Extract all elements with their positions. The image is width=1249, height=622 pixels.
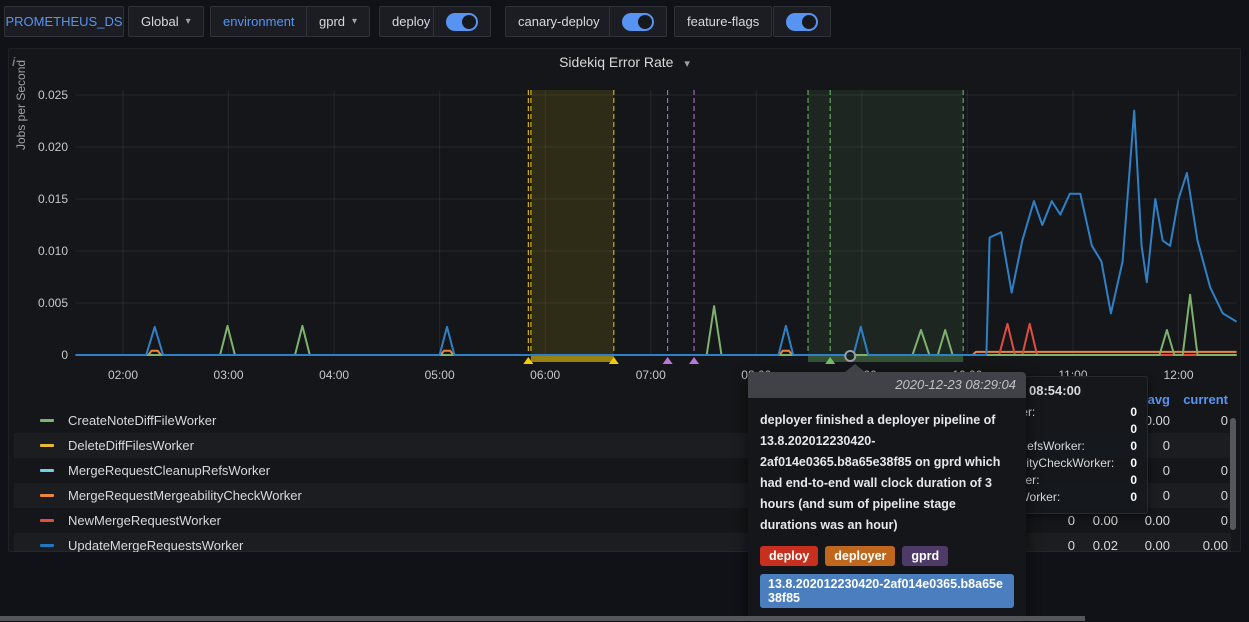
legend-series-name[interactable]: NewMergeRequestWorker: [68, 513, 221, 528]
environment-variable-label[interactable]: environment: [210, 6, 308, 37]
annotation-tooltip: 2020-12-23 08:29:04 deployer finished a …: [748, 372, 1026, 622]
series-color-icon[interactable]: [40, 419, 54, 422]
y-tick-label: 0.020: [22, 140, 68, 154]
series-line: [76, 295, 1237, 355]
canary-deploy-toggle[interactable]: [609, 6, 667, 37]
annotation-tag[interactable]: deploy: [760, 546, 818, 566]
series-color-icon[interactable]: [40, 469, 54, 472]
environment-dropdown-value: gprd: [319, 14, 345, 29]
y-tick-label: 0.010: [22, 244, 68, 258]
legend-value: 0: [1158, 463, 1228, 478]
feature-flags-switch-label: feature-flags: [674, 6, 772, 37]
y-axis-label: Jobs per Second: [14, 60, 28, 150]
series-color-icon[interactable]: [40, 494, 54, 497]
hover-series-value: 0: [1130, 422, 1137, 436]
annotation-tag[interactable]: gprd: [902, 546, 948, 566]
chevron-down-icon: ▾: [684, 58, 690, 70]
tooltip-arrow-icon: [844, 364, 866, 373]
annotation-version-tag[interactable]: 13.8.202012230420-2af014e0365.b8a65e38f8…: [760, 574, 1014, 608]
x-tick-label: 03:00: [199, 368, 259, 382]
x-tick-label: 02:00: [93, 368, 153, 382]
toggle-on-icon: [446, 13, 478, 31]
toggle-on-icon: [786, 13, 818, 31]
annotation-tag[interactable]: deployer: [825, 546, 895, 566]
annotation-tags: deploy deployer gprd: [760, 546, 1014, 566]
chevron-down-icon: ▾: [186, 16, 191, 27]
error-rate-chart[interactable]: [8, 48, 1241, 378]
canary-deploy-switch-label: canary-deploy: [505, 6, 613, 37]
environment-dropdown[interactable]: gprd ▾: [306, 6, 370, 37]
annotation-region-bar: [531, 355, 614, 362]
global-dropdown-value: Global: [141, 14, 179, 29]
annotation-marker-icon: [663, 357, 673, 364]
x-tick-label: 12:00: [1149, 368, 1209, 382]
x-tick-label: 05:00: [410, 368, 470, 382]
series-color-icon[interactable]: [40, 444, 54, 447]
series-line: [76, 324, 1237, 355]
variables-toolbar: PROMETHEUS_DS Global ▾ environment gprd …: [0, 0, 1249, 44]
panel-info-icon[interactable]: i: [12, 55, 15, 69]
annotation-hover-marker-icon: [845, 351, 855, 361]
hover-series-value: 0: [1130, 473, 1137, 487]
legend-series-name[interactable]: DeleteDiffFilesWorker: [68, 438, 194, 453]
horizontal-scrollbar[interactable]: [0, 616, 1085, 621]
legend-scrollbar[interactable]: [1230, 418, 1236, 530]
panel-title[interactable]: Sidekiq Error Rate ▾: [8, 54, 1241, 70]
hover-series-value: 0: [1130, 490, 1137, 504]
legend-value: 0.00: [1158, 538, 1228, 552]
hover-series-value: 0: [1130, 405, 1137, 419]
series-color-icon[interactable]: [40, 544, 54, 547]
legend-series-name[interactable]: MergeRequestCleanupRefsWorker: [68, 463, 270, 478]
legend-value: 0: [1158, 488, 1228, 503]
global-dropdown[interactable]: Global ▾: [128, 6, 204, 37]
datasource-picker[interactable]: PROMETHEUS_DS: [4, 6, 124, 37]
x-tick-label: 07:00: [621, 368, 681, 382]
chevron-down-icon: ▾: [352, 16, 357, 27]
feature-flags-toggle[interactable]: [773, 6, 831, 37]
legend-column-header[interactable]: current: [1158, 392, 1228, 406]
legend-series-name[interactable]: UpdateMergeRequestsWorker: [68, 538, 243, 552]
annotation-timestamp: 2020-12-23 08:29:04: [748, 372, 1026, 398]
hover-series-value: 0: [1130, 456, 1137, 470]
annotation-region: [808, 90, 963, 355]
x-tick-label: 04:00: [304, 368, 364, 382]
datasource-label: PROMETHEUS_DS: [5, 14, 122, 29]
y-tick-label: 0.015: [22, 192, 68, 206]
toggle-on-icon: [622, 13, 654, 31]
legend-series-name[interactable]: CreateNoteDiffFileWorker: [68, 413, 216, 428]
hover-series-value: 0: [1130, 439, 1137, 453]
legend-series-name[interactable]: MergeRequestMergeabilityCheckWorker: [68, 488, 302, 503]
series-color-icon[interactable]: [40, 519, 54, 522]
legend-value: 0: [1158, 413, 1228, 428]
y-tick-label: 0.025: [22, 88, 68, 102]
annotation-text: deployer finished a deployer pipeline of…: [760, 410, 1014, 536]
deploy-toggle[interactable]: [433, 6, 491, 37]
legend-value: 0: [1158, 513, 1228, 528]
x-tick-label: 06:00: [515, 368, 575, 382]
legend-row[interactable]: UpdateMergeRequestsWorker00.020.000.00: [14, 533, 1231, 552]
annotation-region: [531, 90, 614, 355]
annotation-marker-icon: [689, 357, 699, 364]
y-tick-label: 0: [22, 348, 68, 362]
y-tick-label: 0.005: [22, 296, 68, 310]
